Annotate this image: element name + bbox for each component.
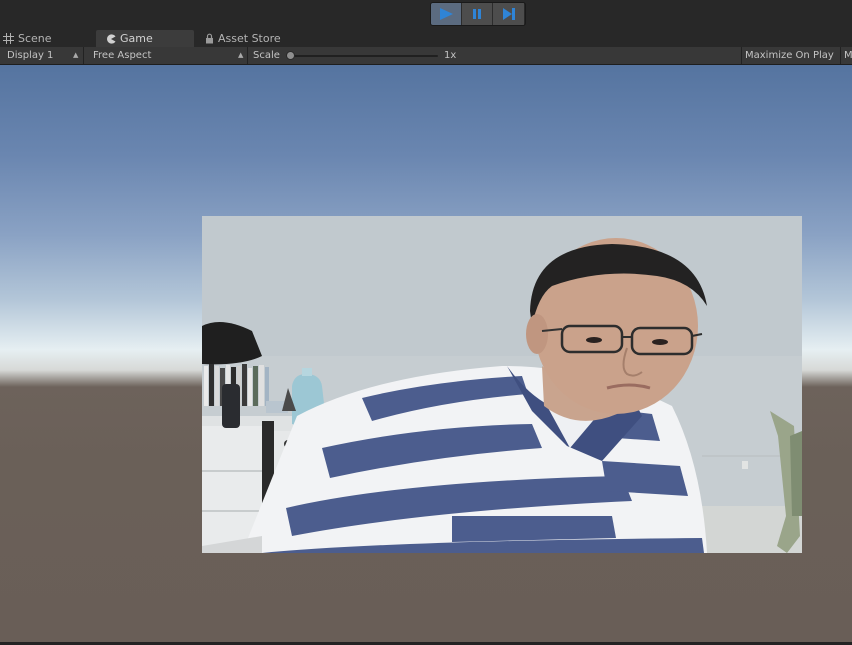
step-button[interactable]: [493, 3, 524, 25]
pause-icon: [473, 9, 481, 19]
display-dropdown[interactable]: Display 1: [7, 47, 53, 64]
aspect-dropdown-arrows-icon: ▲︎: [238, 51, 244, 59]
webcam-feed-image: [202, 216, 802, 553]
step-icon: [502, 8, 515, 20]
separator: [741, 47, 742, 64]
scale-slider-track[interactable]: [290, 55, 438, 57]
overflow-toggle[interactable]: M: [844, 47, 852, 64]
tab-asset-store[interactable]: Asset Store: [205, 30, 315, 47]
editor-toolbar: [0, 0, 852, 30]
tab-label: Scene: [18, 32, 52, 45]
tab-scene[interactable]: Scene: [3, 30, 73, 47]
pause-button[interactable]: [462, 3, 493, 25]
aspect-dropdown[interactable]: Free Aspect: [93, 47, 151, 64]
person-photo-illustration: [202, 216, 802, 553]
scale-label: Scale: [253, 50, 280, 61]
maximize-on-play-toggle[interactable]: Maximize On Play: [745, 47, 834, 64]
editor-tab-bar: Scene Game Asset Store: [0, 30, 852, 47]
tab-game[interactable]: Game: [96, 30, 194, 47]
scale-slider-knob[interactable]: [286, 51, 295, 60]
play-icon: [440, 8, 453, 20]
game-view-controls: Display 1 ▲︎ Free Aspect ▲︎ Scale 1x Max…: [0, 47, 852, 65]
lock-icon: [206, 33, 213, 44]
separator: [83, 47, 84, 64]
display-dropdown-arrows-icon: ▲︎: [73, 51, 79, 59]
tab-label: Game: [120, 32, 153, 45]
tab-label: Asset Store: [218, 32, 281, 45]
separator: [840, 47, 841, 64]
grid-icon: [3, 33, 14, 44]
pacman-icon: [107, 33, 116, 44]
separator: [247, 47, 248, 64]
playback-controls: [430, 2, 526, 26]
scale-value: 1x: [444, 50, 457, 61]
play-button[interactable]: [431, 3, 462, 25]
